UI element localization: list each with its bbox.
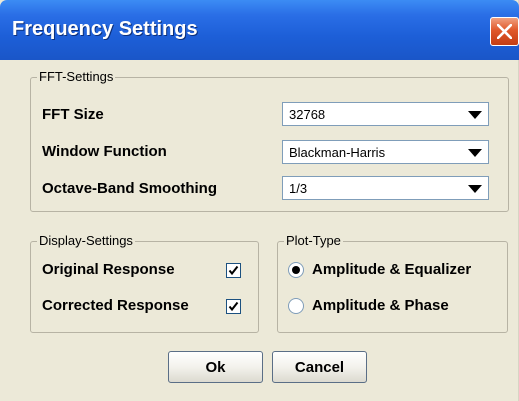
close-button[interactable] [490, 17, 519, 46]
chevron-down-icon [468, 149, 482, 157]
fft-size-value: 32768 [289, 107, 326, 122]
cancel-button[interactable]: Cancel [272, 351, 367, 383]
fft-size-label: FFT Size [42, 106, 104, 123]
window-title: Frequency Settings [12, 18, 198, 40]
octave-smoothing-value: 1/3 [289, 181, 308, 196]
ok-button[interactable]: Ok [168, 351, 263, 383]
fft-settings-legend: FFT-Settings [39, 69, 114, 84]
window-function-label: Window Function [42, 143, 167, 160]
radio-selected-dot [292, 266, 300, 274]
octave-smoothing-label: Octave-Band Smoothing [42, 180, 218, 197]
display-settings-group: Display-Settings [30, 234, 259, 333]
window-function-value: Blackman-Harris [289, 145, 386, 160]
corrected-response-checkbox[interactable] [226, 299, 241, 314]
display-settings-legend: Display-Settings [39, 233, 133, 248]
chevron-down-icon [468, 185, 482, 193]
octave-smoothing-dropdown[interactable]: 1/3 [282, 176, 489, 200]
plot-type-legend: Plot-Type [286, 233, 341, 248]
window-function-dropdown[interactable]: Blackman-Harris [282, 140, 489, 164]
original-response-checkbox[interactable] [226, 263, 241, 278]
checkmark-icon [228, 301, 239, 312]
amplitude-equalizer-label[interactable]: Amplitude & Equalizer [312, 261, 471, 278]
amplitude-equalizer-radio[interactable] [288, 262, 304, 278]
original-response-label: Original Response [42, 261, 175, 278]
frequency-settings-dialog: Frequency Settings FFT-Settings FFT Size… [0, 0, 519, 401]
checkmark-icon [228, 265, 239, 276]
fft-size-dropdown[interactable]: 32768 [282, 102, 489, 126]
plot-type-group: Plot-Type [277, 234, 508, 333]
amplitude-phase-label[interactable]: Amplitude & Phase [312, 297, 449, 314]
amplitude-phase-radio[interactable] [288, 298, 304, 314]
chevron-down-icon [468, 111, 482, 119]
title-bar[interactable]: Frequency Settings [0, 0, 519, 60]
corrected-response-label: Corrected Response [42, 297, 189, 314]
